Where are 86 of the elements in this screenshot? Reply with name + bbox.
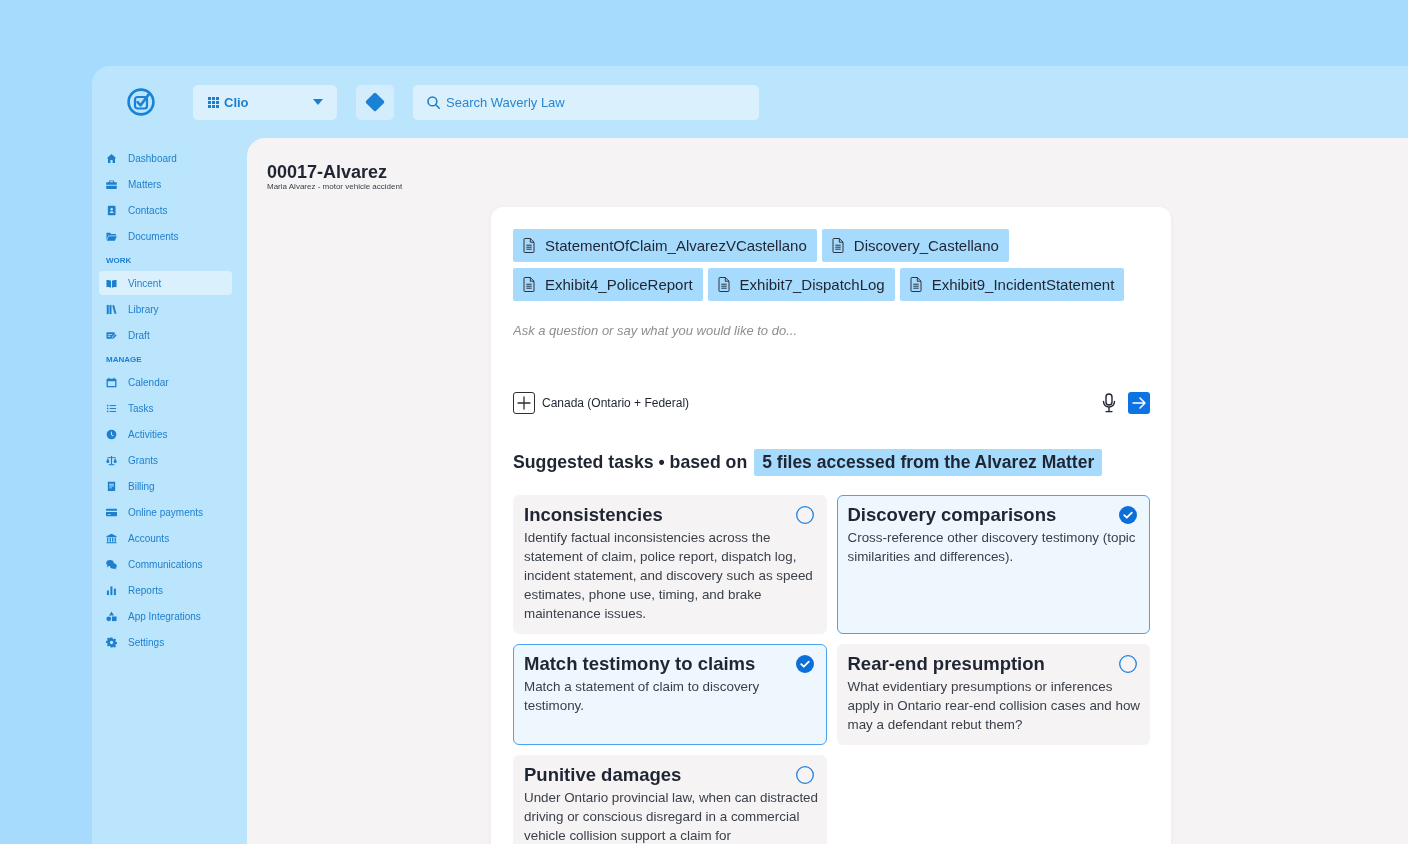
task-description: Identify factual inconsistencies across the statement of claim, police report, dispatch log, incident statement, and discovery such as speed estimates, phone use, timing, and brake maintenance issues. (524, 529, 814, 623)
sidebar-item[interactable]: Billing (99, 474, 232, 498)
calendar-icon (106, 376, 117, 388)
arrow-right-icon (1132, 397, 1146, 409)
document-icon (909, 277, 922, 292)
sidebar-item[interactable]: Documents (99, 224, 232, 248)
sidebar-item[interactable]: Online payments (99, 500, 232, 524)
document-icon (717, 277, 730, 292)
task-card[interactable]: Rear-end presumption What evidentiary presumptions or inferences apply in Ontario rear-end collision cases and how may a defendant rebut them? (836, 644, 1150, 745)
task-card[interactable]: Punitive damages Under Ontario provincial law, when can distracted driving or conscious disregard in a commercial vehicle collision support a claim for (513, 755, 827, 844)
radio-button[interactable] (795, 766, 814, 784)
sidebar-item[interactable]: App Integrations (99, 604, 232, 628)
scales-icon (106, 454, 117, 466)
task-title: Punitive damages (524, 764, 682, 786)
sidebar-item[interactable]: Vincent (99, 271, 232, 295)
radio-button[interactable] (795, 506, 814, 524)
sidebar-item[interactable]: Settings (99, 630, 232, 654)
add-button[interactable] (513, 392, 535, 414)
diamond-button[interactable] (356, 84, 394, 120)
prompt-field[interactable]: Ask a question or say what you would like to do... (513, 323, 1150, 385)
task-description: What evidentiary presumptions or inferences apply in Ontario rear-end collision cases and how may a defendant rebut them? (847, 678, 1142, 734)
document-icon (831, 238, 844, 253)
caret-icon (313, 99, 323, 105)
home-icon (106, 152, 117, 164)
grid-icon (208, 96, 219, 108)
radio-button[interactable] (1119, 506, 1137, 524)
shapes-icon (106, 610, 117, 622)
list-icon (106, 402, 117, 414)
search-field[interactable]: Search Waverly Law (413, 84, 759, 120)
check-circle-icon (127, 88, 155, 116)
sidebar-item[interactable]: Accounts (99, 526, 232, 550)
app-switcher[interactable]: Clio (193, 84, 337, 120)
section-heading: WORK (106, 256, 132, 265)
receipt-icon (106, 480, 117, 492)
radio-button[interactable] (795, 655, 814, 673)
sidebar-item[interactable]: Reports (99, 578, 232, 602)
file-chip[interactable]: Exhibit7_DispatchLog (707, 268, 895, 301)
settings-icon (106, 636, 117, 648)
bank-icon (106, 532, 117, 544)
document-icon (523, 277, 535, 292)
file-chip[interactable]: Exhibit4_PoliceReport (513, 268, 703, 301)
sidebar-item[interactable]: Matters (99, 172, 232, 196)
sidebar-item[interactable]: Calendar (99, 370, 232, 394)
sidebar-item[interactable]: Draft (99, 323, 232, 347)
microphone-icon[interactable] (1102, 393, 1116, 413)
sidebar-item[interactable]: Communications (99, 552, 232, 576)
bar-chart-icon (106, 584, 117, 596)
sidebar-item[interactable]: Tasks (99, 396, 232, 420)
document-icon (523, 238, 535, 253)
task-card[interactable]: Match testimony to claims Match a statement of claim to discovery testimony. (513, 644, 827, 745)
task-description: Cross-reference other discovery testimony (topic similarities and differences). (847, 529, 1137, 566)
briefcase-icon (106, 178, 117, 190)
task-card[interactable]: Discovery comparisons Cross-reference other discovery testimony (topic similarities and differences). (836, 495, 1150, 634)
task-title: Inconsistencies (524, 504, 663, 526)
edit-icon (106, 329, 117, 341)
matter-title: 00017-Alvarez (267, 162, 389, 182)
files-accessed-label: 5 files accessed from the Alvarez Matter (754, 449, 1103, 476)
sidebar-item[interactable]: Dashboard (99, 146, 232, 170)
send-button[interactable] (1128, 392, 1150, 414)
file-chip[interactable]: Discovery_Castellano (821, 229, 1009, 262)
clock-icon (106, 428, 117, 440)
radio-button[interactable] (1119, 655, 1137, 673)
chat-icon (106, 558, 117, 570)
folder-icon (106, 230, 117, 242)
task-title: Discovery comparisons (847, 504, 1057, 526)
books-icon (106, 303, 117, 315)
task-card[interactable] (513, 495, 827, 634)
file-chip[interactable]: Exhibit9_IncidentStatement (899, 268, 1125, 301)
contact-card-icon (106, 204, 117, 216)
task-title: Rear-end presumption (847, 653, 1045, 675)
task-description: Match a statement of claim to discovery testimony. (524, 678, 761, 715)
search-icon (427, 95, 440, 109)
credit-card-icon (106, 506, 117, 518)
sidebar-item[interactable]: Grants (99, 448, 232, 472)
sidebar-item[interactable]: Activities (99, 422, 232, 446)
file-chip[interactable]: StatementOfClaim_AlvarezVCastellano (513, 229, 817, 262)
jurisdiction-label: Canada (Ontario + Federal) (542, 396, 690, 410)
task-title: Match testimony to claims (524, 653, 756, 675)
task-description: Under Ontario provincial law, when can distracted driving or conscious disregard in a commercial vehicle collision support a claim for (524, 789, 819, 844)
suggested-tasks-heading: Suggested tasks • based on (513, 452, 748, 473)
plus-icon (517, 396, 531, 410)
matter-subtitle: Maria Alvarez - motor vehicle accident (267, 182, 404, 192)
sidebar-item[interactable]: Contacts (99, 198, 232, 222)
sidebar-item[interactable]: Library (99, 297, 232, 321)
section-heading: MANAGE (106, 355, 142, 364)
book-icon (106, 277, 117, 289)
